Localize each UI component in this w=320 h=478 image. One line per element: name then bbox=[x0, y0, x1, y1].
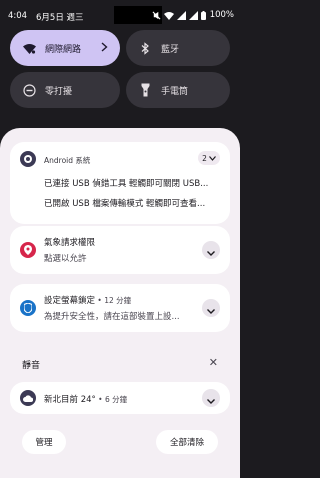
chevron-down-icon bbox=[207, 241, 215, 260]
expand-button[interactable] bbox=[202, 241, 220, 259]
notification-weather-permission[interactable]: 氣象請求權限 點選以允許 bbox=[10, 226, 230, 274]
quick-settings: 網際網路 藍牙 零打擾 手電筒 bbox=[10, 30, 230, 108]
status-date: 6月5日 週三 bbox=[36, 13, 84, 23]
battery-icon bbox=[200, 10, 206, 20]
weather-title-text: 新北目前 24° bbox=[44, 395, 96, 405]
cloud-icon bbox=[20, 390, 36, 406]
flashlight-icon bbox=[138, 83, 152, 97]
wifi-signal-icon bbox=[163, 11, 174, 20]
cell-signal-2-icon bbox=[188, 10, 198, 20]
clear-all-button[interactable]: 全部清除 bbox=[156, 430, 218, 454]
close-icon[interactable]: ✕ bbox=[209, 356, 218, 369]
location-pin-icon bbox=[20, 242, 36, 258]
cell-signal-icon bbox=[176, 10, 186, 20]
screen-lock-time: 12 分鐘 bbox=[104, 296, 132, 305]
status-icons: 100% bbox=[152, 10, 234, 20]
wifi-icon bbox=[22, 41, 36, 55]
silent-mode-icon bbox=[152, 11, 161, 20]
tile-internet-label: 網際網路 bbox=[45, 44, 82, 55]
tile-do-not-disturb[interactable]: 零打擾 bbox=[10, 72, 120, 108]
battery-percent: 100% bbox=[209, 10, 234, 20]
status-time: 4:04 bbox=[8, 11, 28, 21]
notification-line-usb-transfer: 已開啟 USB 檔案傳輸模式 輕觸即可查看... bbox=[44, 199, 206, 209]
notification-app-name: Android 系統 bbox=[44, 156, 91, 165]
notification-count: 2 bbox=[202, 153, 207, 163]
tile-flashlight[interactable]: 手電筒 bbox=[126, 72, 230, 108]
chevron-right-icon bbox=[101, 42, 108, 55]
shield-icon bbox=[20, 300, 36, 316]
expand-button[interactable] bbox=[202, 389, 220, 407]
screen-lock-title-text: 設定螢幕鎖定 bbox=[44, 296, 96, 306]
bluetooth-icon bbox=[138, 41, 152, 55]
expand-button[interactable] bbox=[202, 299, 220, 317]
do-not-disturb-icon bbox=[22, 83, 36, 97]
tile-dnd-label: 零打擾 bbox=[45, 86, 73, 97]
tile-internet[interactable]: 網際網路 bbox=[10, 30, 120, 66]
chevron-down-icon bbox=[208, 154, 216, 163]
weather-title: 新北目前 24° • 6 分鐘 bbox=[44, 395, 128, 405]
screen-lock-text: 為提升安全性，請在這部裝置上設... bbox=[44, 312, 180, 322]
notification-line-usb-debug: 已連接 USB 偵錯工具 輕觸即可關閉 USB... bbox=[44, 179, 209, 189]
notification-screen-lock[interactable]: 設定螢幕鎖定 • 12 分鐘 為提升安全性，請在這部裝置上設... bbox=[10, 284, 230, 332]
weather-permission-title: 氣象請求權限 bbox=[44, 238, 96, 248]
tile-flashlight-label: 手電筒 bbox=[161, 86, 189, 97]
silent-section-title: 靜音 bbox=[22, 361, 41, 371]
notification-android-system[interactable]: Android 系統 2 已連接 USB 偵錯工具 輕觸即可關閉 USB... … bbox=[10, 142, 230, 224]
screen-lock-title: 設定螢幕鎖定 • 12 分鐘 bbox=[44, 296, 132, 306]
weather-time: 6 分鐘 bbox=[104, 395, 128, 404]
status-bar: 4:04 6月5日 週三 100% bbox=[0, 0, 240, 30]
manage-button[interactable]: 管理 bbox=[22, 430, 66, 454]
tile-bluetooth-label: 藍牙 bbox=[161, 44, 180, 55]
notification-count-button[interactable]: 2 bbox=[198, 151, 220, 165]
chevron-down-icon bbox=[207, 389, 215, 408]
chevron-down-icon bbox=[207, 299, 215, 318]
tile-bluetooth[interactable]: 藍牙 bbox=[126, 30, 230, 66]
weather-permission-text: 點選以允許 bbox=[44, 254, 87, 264]
notification-weather[interactable]: 新北目前 24° • 6 分鐘 bbox=[10, 382, 230, 414]
android-system-icon bbox=[20, 151, 36, 167]
